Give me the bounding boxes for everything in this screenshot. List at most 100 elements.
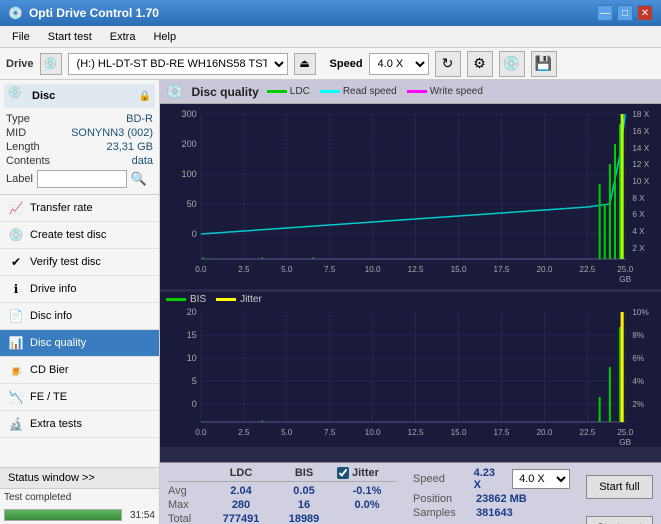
drive-select[interactable]: (H:) HL-DT-ST BD-RE WH16NS58 TST4 [68,53,288,75]
total-bis: 18989 [279,513,329,524]
menu-extra[interactable]: Extra [102,29,144,45]
menu-help[interactable]: Help [145,29,184,45]
nav-cd-bier[interactable]: 🍺 CD Bier [0,357,159,384]
nav-cd-bier-label: CD Bier [30,364,69,376]
cd-bier-icon: 🍺 [8,362,24,378]
settings-button[interactable]: ⚙ [467,51,493,77]
svg-text:2.5: 2.5 [238,428,250,437]
nav-disc-info[interactable]: 📄 Disc info [0,303,159,330]
svg-text:5: 5 [192,376,197,386]
nav-create-test-disc[interactable]: 💿 Create test disc [0,222,159,249]
refresh-button[interactable]: ↻ [435,51,461,77]
legend-ldc-color [267,90,287,93]
svg-text:GB: GB [619,438,631,447]
legend-upper: LDC Read speed Write speed [267,86,483,97]
svg-text:10 X: 10 X [632,177,649,186]
disc-button[interactable]: 💿 [499,51,525,77]
disc-length-value: 23,31 GB [107,141,153,153]
transfer-rate-icon: 📈 [8,200,24,216]
disc-quality-title: Disc quality [191,85,258,99]
disc-length-field: Length 23,31 GB [4,140,155,154]
svg-text:300: 300 [181,109,196,119]
svg-text:25.0: 25.0 [617,428,633,437]
disc-section-label: Disc [32,90,55,102]
samples-label: Samples [413,507,468,519]
start-full-button[interactable]: Start full [586,475,653,499]
svg-text:12 X: 12 X [632,160,649,169]
stat-ldc-header: LDC [211,467,271,479]
nav-fe-te[interactable]: 📉 FE / TE [0,384,159,411]
svg-text:0: 0 [192,399,197,409]
legend-jitter: Jitter [216,294,262,305]
position-value: 23862 MB [476,493,527,505]
svg-text:0: 0 [192,229,197,239]
stat-bis-header: BIS [279,467,329,479]
speed-select[interactable]: 4.0 X [369,53,429,75]
nav-extra-tests[interactable]: 🔬 Extra tests [0,411,159,438]
bis-jitter-header: BIS Jitter [160,292,661,307]
nav-verify-test-disc[interactable]: ✔ Verify test disc [0,249,159,276]
content-area: 💿 Disc quality LDC Read speed Write spee… [160,80,661,524]
status-window-button[interactable]: Status window >> [0,468,159,489]
status-progress-row: Test completed [0,489,159,506]
jitter-checkbox[interactable] [337,467,349,479]
svg-text:10%: 10% [632,308,648,317]
chart-upper: 300 200 100 50 0 18 X 16 X 14 X 12 X 10 … [160,104,661,292]
svg-text:4 X: 4 X [632,227,645,236]
maximize-button[interactable]: □ [617,5,633,21]
chart-lower: 20 15 10 5 0 10% 8% 6% 4% 2% 0.0 2.5 5.0… [160,307,661,462]
status-progress-bar-row: 31:54 [0,506,159,524]
position-row: Position 23862 MB [413,493,570,505]
jitter-header: Jitter [352,467,379,479]
max-ldc: 280 [211,499,271,511]
disc-quality-icon: 📊 [8,335,24,351]
close-button[interactable]: ✕ [637,5,653,21]
menu-file[interactable]: File [4,29,38,45]
disc-label-input[interactable] [37,170,127,188]
svg-text:10.0: 10.0 [365,428,381,437]
title-bar-controls: — □ ✕ [597,5,653,21]
progress-bar [4,509,122,521]
svg-text:17.5: 17.5 [494,428,510,437]
legend-ldc-label: LDC [290,86,310,97]
svg-text:17.5: 17.5 [494,265,510,274]
svg-text:7.5: 7.5 [324,265,336,274]
legend-bis: BIS [166,294,206,305]
speed-select-stats[interactable]: 4.0 X [512,469,570,489]
total-jitter [337,513,397,524]
save-button[interactable]: 💾 [531,51,557,77]
speed-row: Speed 4.23 X 4.0 X [413,467,570,491]
legend-read-speed: Read speed [320,86,397,97]
nav-transfer-rate[interactable]: 📈 Transfer rate [0,195,159,222]
nav-disc-quality-label: Disc quality [30,337,86,349]
label-search-icon[interactable]: 🔍 [131,171,147,187]
svg-text:GB: GB [619,275,631,284]
jitter-check-row: Jitter [337,467,379,479]
stats-bar: LDC BIS Jitter Avg 2.04 0.05 -0.1% Max 2… [160,462,661,524]
total-ldc: 777491 [211,513,271,524]
total-label: Total [168,513,203,524]
legend-write-speed: Write speed [407,86,483,97]
svg-text:15.0: 15.0 [451,265,467,274]
drive-bar: Drive 💿 (H:) HL-DT-ST BD-RE WH16NS58 TST… [0,48,661,80]
nav-drive-info[interactable]: ℹ Drive info [0,276,159,303]
svg-text:8 X: 8 X [632,194,645,203]
action-buttons: Start full Start part [578,463,661,524]
minimize-button[interactable]: — [597,5,613,21]
legend-write-speed-label: Write speed [430,86,483,97]
nav-disc-quality[interactable]: 📊 Disc quality [0,330,159,357]
svg-text:8%: 8% [632,331,644,340]
disc-contents-value: data [132,155,153,167]
avg-label: Avg [168,485,203,497]
svg-text:18 X: 18 X [632,110,649,119]
start-part-button[interactable]: Start part [586,516,653,524]
verify-test-disc-icon: ✔ [8,254,24,270]
drive-icon-button[interactable]: 💿 [40,53,62,75]
eject-button[interactable]: ⏏ [294,53,316,75]
disc-quality-header: 💿 Disc quality LDC Read speed Write spee… [160,80,661,104]
disc-type-label: Type [6,113,30,125]
svg-text:5.0: 5.0 [281,265,293,274]
position-label: Position [413,493,468,505]
menu-start-test[interactable]: Start test [40,29,100,45]
upper-chart-svg: 300 200 100 50 0 18 X 16 X 14 X 12 X 10 … [160,104,661,289]
